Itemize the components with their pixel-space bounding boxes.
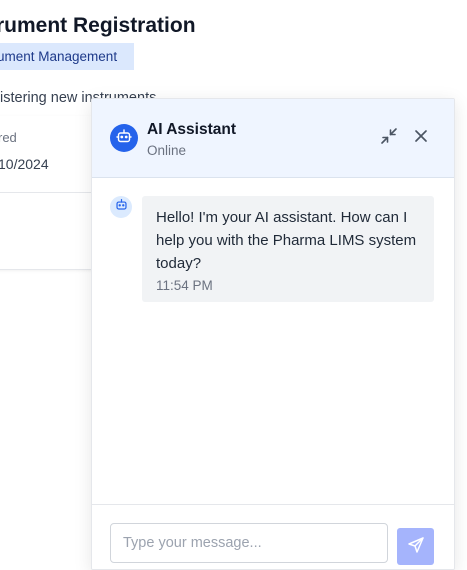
page-title: rument Registration — [0, 14, 196, 37]
category-badge: ument Management — [0, 43, 134, 70]
info-field-label: red — [0, 130, 17, 145]
bot-icon — [116, 128, 132, 149]
message-bot-avatar — [110, 196, 132, 218]
minimize-icon — [380, 127, 398, 150]
minimize-button[interactable] — [378, 127, 400, 149]
send-icon — [407, 536, 425, 557]
message-input[interactable] — [110, 523, 388, 563]
bot-icon — [115, 198, 128, 216]
close-icon — [413, 128, 429, 149]
bot-avatar — [110, 124, 138, 152]
message-time: 11:54 PM — [156, 278, 213, 293]
category-badge-label: ument Management — [0, 49, 118, 64]
message-text: Hello! I'm your AI assistant. How can I … — [156, 209, 417, 272]
card-divider — [0, 192, 95, 193]
close-button[interactable] — [410, 127, 432, 149]
info-card: red 10/2024 — [0, 116, 96, 270]
assistant-message: Hello! I'm your AI assistant. How can I … — [142, 196, 434, 302]
send-button[interactable] — [397, 528, 434, 565]
info-field-value: 10/2024 — [0, 156, 49, 172]
chat-footer — [92, 504, 454, 569]
chat-title: AI Assistant — [147, 121, 237, 138]
chat-status: Online — [147, 143, 187, 158]
chat-header: AI Assistant Online — [92, 99, 454, 178]
chat-panel: AI Assistant Online Hello! I'm your AI a… — [91, 98, 455, 570]
